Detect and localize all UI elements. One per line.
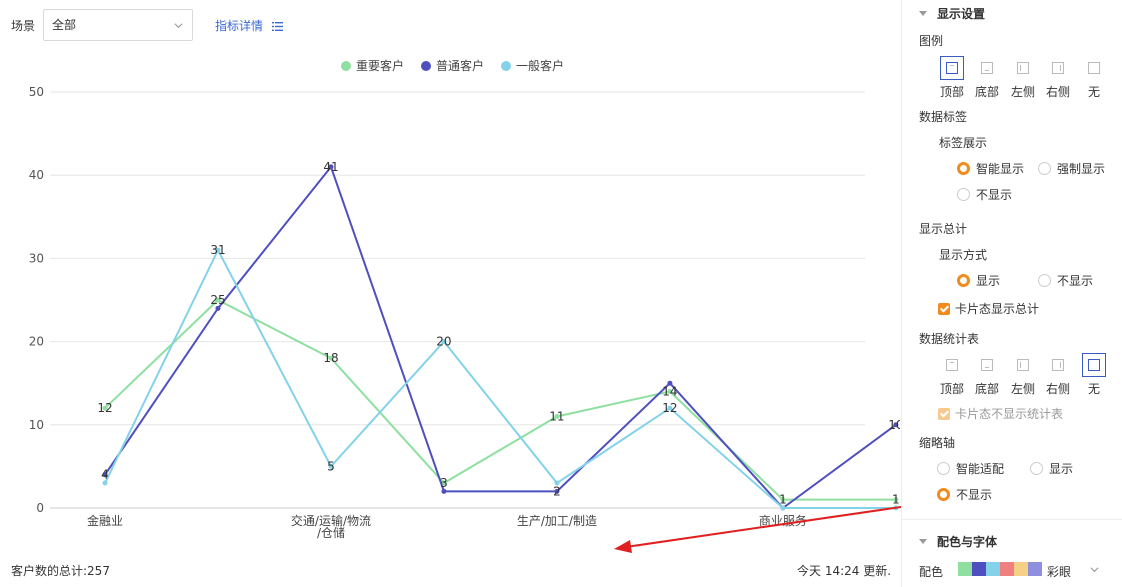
legend-label: 一般客户 <box>516 58 564 73</box>
palette-swatch <box>1000 562 1014 576</box>
scene-select-value: 全部 <box>52 18 77 32</box>
data-label: 20 <box>436 335 451 349</box>
table-top-option[interactable]: 顶部 <box>937 353 967 397</box>
palette-swatch <box>1028 562 1042 576</box>
scene-select[interactable]: 全部 <box>43 9 193 41</box>
panel-divider <box>902 519 1122 520</box>
stat-table-label: 数据统计表 <box>919 332 980 346</box>
label-smart-radio[interactable]: 智能显示 <box>957 160 1024 177</box>
data-label: 1 <box>779 493 787 507</box>
show-total-label: 显示总计 <box>919 222 968 236</box>
scene-label: 场景 <box>11 19 36 33</box>
total-count-text: 客户数的总计:257 <box>11 564 110 578</box>
table-left-option[interactable]: 左侧 <box>1008 353 1038 397</box>
collapse-triangle-icon <box>919 539 927 544</box>
display-mode-label: 显示方式 <box>939 248 988 262</box>
y-tick-label: 40 <box>29 168 44 182</box>
legend-label: 普通客户 <box>436 58 484 73</box>
legend-marker <box>341 61 351 71</box>
data-label: 10 <box>888 418 900 432</box>
axis-hide-radio[interactable]: 不显示 <box>937 486 992 503</box>
legend-position-options: 顶部 底部 左侧 右侧 无 <box>937 56 1117 104</box>
stat-table-position-options: 顶部 底部 左侧 右侧 无 <box>937 353 1117 401</box>
indicator-detail-link[interactable]: 指标详情 <box>215 17 283 34</box>
data-label: 18 <box>323 351 338 365</box>
data-label: 31 <box>210 243 225 257</box>
series-line <box>104 298 896 501</box>
table-right-option[interactable]: 右侧 <box>1043 353 1073 397</box>
table-none-option[interactable]: 无 <box>1079 353 1109 397</box>
thumbnail-axis-label: 缩略轴 <box>919 436 956 450</box>
data-label: 3 <box>440 476 448 490</box>
data-label: 14 <box>662 385 677 399</box>
x-tick-label: 商业服务 <box>759 513 807 528</box>
data-label: 1 <box>892 493 900 507</box>
data-label: 12 <box>97 401 112 415</box>
settings-panel: 显示设置 图例 顶部 底部 左侧 右侧 无 数据标签 标签展示 智能显示 强制显… <box>901 0 1122 587</box>
x-tick-label: 生产/加工/制造 <box>517 514 597 528</box>
legend-top-option[interactable]: 顶部 <box>937 56 967 100</box>
data-label-label: 数据标签 <box>919 110 968 124</box>
legend-right-option[interactable]: 右侧 <box>1043 56 1073 100</box>
y-tick-label: 20 <box>29 335 44 349</box>
legend-none-option[interactable]: 无 <box>1079 56 1109 100</box>
total-hide-radio[interactable]: 不显示 <box>1038 272 1093 289</box>
legend-left-option[interactable]: 左侧 <box>1008 56 1038 100</box>
axis-show-radio[interactable]: 显示 <box>1030 460 1073 477</box>
total-show-radio[interactable]: 显示 <box>957 272 1000 289</box>
line-chart: 01020304050金融业 交通/运输/物流/仓储生产/加工/制造 商业服务重要客… <box>29 58 900 540</box>
series-line <box>104 164 897 510</box>
collapse-triangle-icon <box>919 11 927 16</box>
y-tick-label: 10 <box>29 418 44 432</box>
legend-label: 重要客户 <box>356 58 404 73</box>
data-label: 5 <box>327 459 335 473</box>
data-label: 4 <box>101 468 109 482</box>
data-label: 41 <box>323 160 338 174</box>
data-label: 11 <box>549 409 564 423</box>
card-hide-table-checkbox[interactable]: 卡片态不显示统计表 <box>938 405 1063 422</box>
color-font-header[interactable]: 配色与字体 <box>919 533 997 550</box>
app-root: 场景 全部 指标详情 0 10 20 30 40 50 金融业 交通/运输/物流/仓储 生产/加… <box>0 0 1122 587</box>
chevron-down-icon <box>174 23 183 29</box>
table-bottom-option[interactable]: 底部 <box>972 353 1002 397</box>
palette-swatch <box>972 562 986 576</box>
palette-name[interactable]: 彩眼 <box>1047 563 1071 580</box>
display-settings-header[interactable]: 显示设置 <box>919 5 985 22</box>
palette-swatch <box>986 562 1000 576</box>
list-icon <box>271 22 283 31</box>
y-tick-label: 0 <box>36 501 44 515</box>
update-time-text: 今天 14:24 更新. <box>797 564 892 578</box>
data-label: 2 <box>553 484 561 498</box>
color-label: 配色 <box>919 565 944 579</box>
card-show-total-checkbox[interactable]: 卡片态显示总计 <box>938 300 1039 317</box>
data-label: 25 <box>210 293 225 307</box>
label-display-label: 标签展示 <box>939 136 988 150</box>
x-tick-label: /仓储 <box>317 525 345 540</box>
series-line <box>104 247 896 509</box>
palette-swatch <box>958 562 972 576</box>
indicator-detail-label: 指标详情 <box>215 19 264 33</box>
legend-label: 图例 <box>919 34 944 48</box>
legend-marker <box>501 61 511 71</box>
x-tick-label: 金融业 <box>87 513 123 528</box>
color-palette-swatches[interactable] <box>958 562 1042 576</box>
axis-smart-radio[interactable]: 智能适配 <box>937 460 1004 477</box>
y-tick-label: 30 <box>29 251 44 265</box>
label-hide-radio[interactable]: 不显示 <box>957 186 1012 203</box>
label-force-radio[interactable]: 强制显示 <box>1038 160 1105 177</box>
chevron-down-icon[interactable] <box>1090 565 1099 574</box>
palette-swatch <box>1014 562 1028 576</box>
legend-bottom-option[interactable]: 底部 <box>972 56 1002 100</box>
legend-marker <box>421 61 431 71</box>
data-label: 12 <box>662 401 677 415</box>
y-tick-label: 50 <box>29 85 44 99</box>
